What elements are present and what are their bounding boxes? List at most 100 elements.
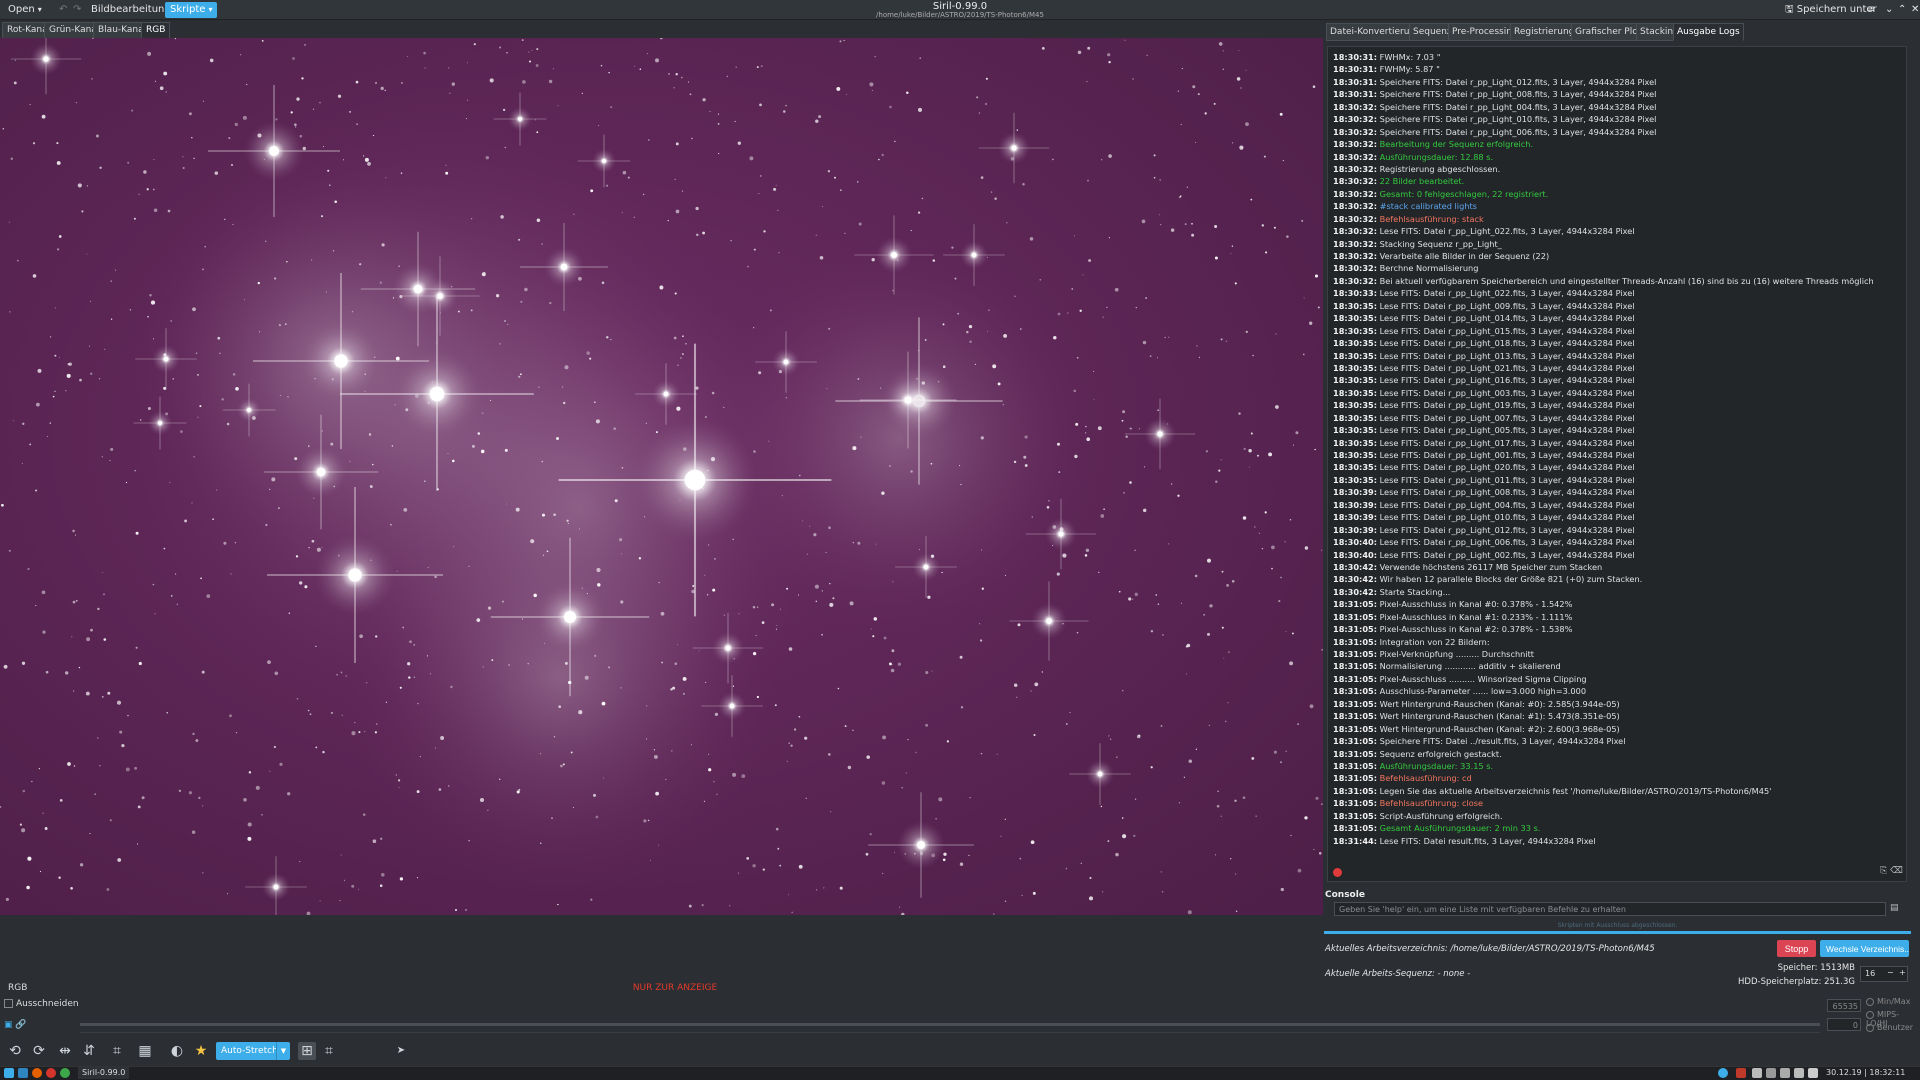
clipboard-icon[interactable] xyxy=(1794,1068,1804,1078)
stop-button[interactable]: Stopp xyxy=(1777,940,1816,957)
high-cutoff-slider[interactable] xyxy=(80,1023,1820,1026)
radio-user[interactable]: Benutzer xyxy=(1866,1023,1913,1032)
star xyxy=(315,645,317,648)
rotate-right-icon[interactable]: ⟳ xyxy=(30,1042,48,1060)
star xyxy=(384,89,386,92)
star xyxy=(1273,750,1277,754)
tab-plot[interactable]: Grafischer Plot xyxy=(1571,23,1646,41)
log-line: 18:30:32: Speichere FITS: Datei r_pp_Lig… xyxy=(1333,113,1903,125)
radio-minmax[interactable]: Min/Max xyxy=(1866,997,1910,1006)
autostretch-dropdown[interactable]: Auto-Stretch ▼ xyxy=(216,1042,290,1060)
tray-icon[interactable] xyxy=(1736,1068,1746,1078)
star xyxy=(1123,491,1126,494)
star xyxy=(603,777,605,779)
link-icon[interactable]: ▣ 🔗 xyxy=(4,1020,27,1030)
star xyxy=(343,879,346,881)
rotate-left-icon[interactable]: ⟲ xyxy=(6,1042,24,1060)
star xyxy=(553,513,556,517)
star xyxy=(174,38,176,40)
star xyxy=(827,170,831,173)
star xyxy=(99,378,101,380)
change-directory-button[interactable]: Wechsle Verzeichnis... xyxy=(1820,940,1909,957)
star-icon[interactable]: ★ xyxy=(192,1042,210,1060)
star xyxy=(1048,499,1050,502)
histogram-icon[interactable]: ⌗ xyxy=(108,1042,126,1060)
star xyxy=(690,744,692,746)
star xyxy=(1321,803,1323,805)
grid-icon[interactable]: ⊞ xyxy=(298,1042,316,1060)
copy-icon[interactable]: ⎘ xyxy=(1880,866,1887,876)
image-canvas[interactable] xyxy=(0,38,1323,915)
plus-icon[interactable]: + xyxy=(1899,968,1906,977)
star xyxy=(818,115,822,119)
star xyxy=(1286,235,1289,238)
star xyxy=(402,626,405,629)
crop-icon[interactable]: ⌗ xyxy=(320,1042,338,1060)
tab-rgb[interactable]: RGB xyxy=(141,22,171,39)
mirror-x-icon[interactable]: ⇹ xyxy=(56,1042,74,1060)
network-icon[interactable] xyxy=(1718,1068,1728,1078)
tab-output-logs[interactable]: Ausgabe Logs xyxy=(1673,23,1744,41)
redo-button[interactable]: ↷ xyxy=(68,2,86,18)
star xyxy=(726,75,729,78)
star xyxy=(295,126,297,128)
close-icon[interactable]: ✕ xyxy=(1906,2,1920,18)
firefox-icon[interactable] xyxy=(32,1068,42,1078)
task-siril[interactable]: Siril-0.99.0 xyxy=(78,1067,130,1079)
output-log[interactable]: 18:30:31: FWHMx: 7.03 " 18:30:31: FWHMy: … xyxy=(1327,46,1907,882)
log-timestamp: 18:30:32: xyxy=(1333,251,1378,261)
clear-icon[interactable]: ⌫ xyxy=(1890,866,1903,876)
tab-registration[interactable]: Registrierung xyxy=(1510,23,1579,41)
star xyxy=(881,781,886,785)
star xyxy=(193,157,195,160)
shield-icon[interactable] xyxy=(1752,1068,1762,1078)
star xyxy=(711,391,715,395)
star xyxy=(578,528,581,530)
menu-icon[interactable]: ≡ xyxy=(1862,2,1880,18)
star xyxy=(259,331,261,333)
open-button[interactable]: Open ▾ xyxy=(3,2,47,18)
display-icon[interactable] xyxy=(1780,1068,1790,1078)
star xyxy=(674,662,678,665)
star xyxy=(1065,867,1068,870)
app-launcher-icon[interactable] xyxy=(4,1068,14,1078)
threads-stepper[interactable]: 16 − + xyxy=(1860,966,1908,982)
star xyxy=(600,64,603,67)
volume-icon[interactable] xyxy=(1808,1068,1818,1078)
star xyxy=(1297,723,1299,725)
star xyxy=(894,851,896,853)
high-value-field[interactable]: 65535 xyxy=(1827,999,1861,1012)
log-line: 18:31:05: Pixel-Ausschluss in Kanal #2: … xyxy=(1333,623,1903,635)
star xyxy=(1160,871,1163,873)
updates-icon[interactable] xyxy=(1766,1068,1776,1078)
star xyxy=(372,839,377,843)
file-manager-icon[interactable] xyxy=(18,1068,28,1078)
star xyxy=(1207,558,1211,563)
low-cutoff-slider[interactable] xyxy=(80,1032,1820,1033)
chrome-icon[interactable] xyxy=(60,1068,70,1078)
star xyxy=(52,395,55,398)
star xyxy=(90,372,93,375)
log-timestamp: 18:30:35: xyxy=(1333,474,1378,485)
minus-icon[interactable]: − xyxy=(1887,968,1894,977)
stop-icon[interactable] xyxy=(1333,868,1342,877)
log-message: Ausschluss-Parameter ...... low=3.000 hi… xyxy=(1379,686,1587,697)
star xyxy=(1115,852,1119,857)
star xyxy=(771,603,775,607)
mirror-y-icon[interactable]: ⇵ xyxy=(80,1042,98,1060)
star xyxy=(1142,508,1147,513)
browser-icon[interactable] xyxy=(46,1068,56,1078)
star xyxy=(1289,661,1294,666)
star xyxy=(141,796,145,800)
layers-icon[interactable]: ▦ xyxy=(136,1042,154,1060)
star xyxy=(1309,321,1313,325)
star xyxy=(27,567,30,571)
star xyxy=(1168,336,1170,338)
console-menu-icon[interactable]: ▤ xyxy=(1890,903,1902,915)
star xyxy=(756,606,759,608)
crop-checkbox[interactable]: Ausschneiden xyxy=(4,999,79,1009)
invert-icon[interactable]: ◐ xyxy=(168,1042,186,1060)
scripts-menu[interactable]: Skripte ▾ xyxy=(165,2,218,18)
console-input[interactable] xyxy=(1334,902,1886,916)
low-value-field[interactable]: 0 xyxy=(1827,1018,1861,1031)
